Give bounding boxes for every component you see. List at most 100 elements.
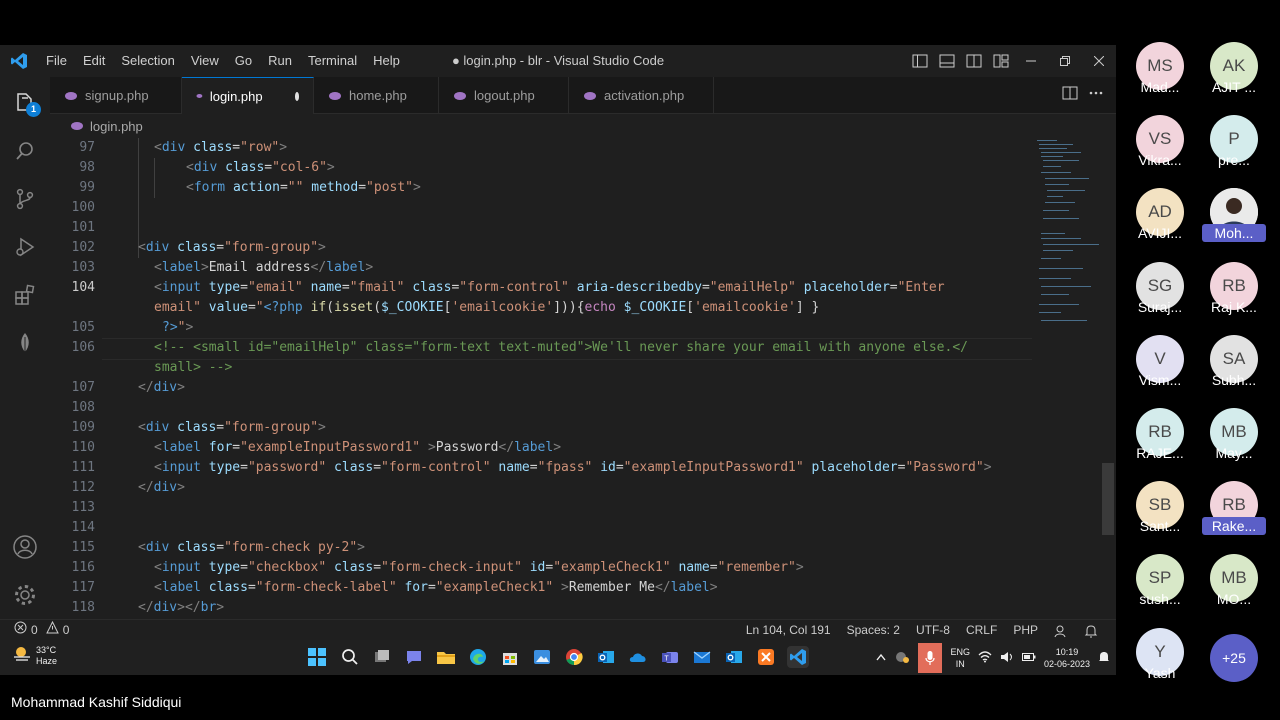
search-icon[interactable] <box>0 127 50 175</box>
notification-center-icon[interactable] <box>1098 651 1110 665</box>
breadcrumb[interactable]: login.php <box>50 114 1116 138</box>
code-line: 106 <!-- <small id="emailHelp" class="for… <box>71 340 968 355</box>
menu-edit[interactable]: Edit <box>75 45 113 77</box>
code-line: 101 <box>71 220 95 235</box>
input-language[interactable]: ENG IN <box>950 646 970 670</box>
notifications-bell-icon[interactable] <box>1076 624 1106 638</box>
source-control-icon[interactable] <box>0 175 50 223</box>
menu-run[interactable]: Run <box>260 45 300 77</box>
error-icon <box>14 620 27 641</box>
microsoft-store-icon[interactable] <box>499 646 521 668</box>
customize-layout-icon[interactable] <box>987 45 1014 77</box>
run-debug-icon[interactable] <box>0 223 50 271</box>
file-encoding[interactable]: UTF-8 <box>908 620 958 640</box>
tray-app-icon[interactable] <box>894 650 910 666</box>
menu-selection[interactable]: Selection <box>113 45 182 77</box>
volume-icon[interactable] <box>1000 651 1014 665</box>
participant-name: May... <box>1215 445 1253 461</box>
toggle-primary-sidebar-icon[interactable] <box>906 45 933 77</box>
more-actions-icon[interactable] <box>1088 86 1104 105</box>
cursor-position[interactable]: Ln 104, Col 191 <box>738 620 839 640</box>
accounts-icon[interactable] <box>0 523 50 571</box>
mail-icon[interactable] <box>691 646 713 668</box>
photos-icon[interactable] <box>531 646 553 668</box>
menu-view[interactable]: View <box>183 45 227 77</box>
participant-initials: RB <box>1222 276 1246 295</box>
close-icon[interactable] <box>1082 45 1116 77</box>
code-line: 115 <div class="form-check py-2"> <box>71 540 365 555</box>
participant-initials: VS <box>1148 129 1172 148</box>
minimap[interactable] <box>1035 138 1105 619</box>
feedback-icon[interactable] <box>1046 624 1076 638</box>
meeting-screen: File Edit Selection View Go Run Terminal… <box>0 0 1280 720</box>
file-explorer-icon[interactable] <box>435 646 457 668</box>
menu-file[interactable]: File <box>38 45 75 77</box>
menu-go[interactable]: Go <box>227 45 260 77</box>
windows-taskbar: 33°C Haze T ENG IN 10:19 02-06-2023 <box>0 640 1116 675</box>
xampp-icon[interactable] <box>755 646 777 668</box>
explorer-badge: 1 <box>26 102 41 117</box>
code-line: small> --> <box>154 360 233 375</box>
chrome-icon[interactable] <box>563 646 585 668</box>
task-view-icon[interactable] <box>371 646 393 668</box>
participant-initials: RB <box>1148 422 1172 441</box>
php-elephant-icon <box>329 91 341 100</box>
presenter-name: Mohammad Kashif Siddiqui <box>11 694 182 710</box>
onedrive-icon[interactable] <box>627 646 649 668</box>
participant-name: Raj K... <box>1211 299 1257 315</box>
tab-login-php[interactable]: login.php <box>182 77 314 114</box>
unsaved-dot-icon[interactable] <box>294 91 299 101</box>
outlook-alt-icon[interactable] <box>723 646 745 668</box>
participant-name: Suraj... <box>1137 299 1183 315</box>
vscode-window: File Edit Selection View Go Run Terminal… <box>0 45 1116 640</box>
menu-help[interactable]: Help <box>365 45 408 77</box>
battery-icon[interactable] <box>1021 652 1036 664</box>
tab-logout-php[interactable]: logout.php <box>439 77 569 114</box>
more-participants-button[interactable]: +25 <box>1210 634 1258 682</box>
participant-name: AVIJI... <box>1137 225 1183 241</box>
problems-indicator[interactable]: 0 0 <box>0 620 77 641</box>
extensions-icon[interactable] <box>0 271 50 319</box>
code-line: 117 <label class="form-check-label" for="… <box>71 580 718 595</box>
mongodb-leaf-icon[interactable] <box>0 319 50 367</box>
participant-name: Rake... <box>1202 517 1266 535</box>
vertical-scrollbar[interactable] <box>1102 463 1114 535</box>
windows-start-icon[interactable] <box>306 646 328 668</box>
indentation[interactable]: Spaces: 2 <box>839 620 908 640</box>
taskbar-search-icon[interactable] <box>339 646 361 668</box>
php-elephant-icon <box>584 91 596 100</box>
participant-initials: Y <box>1154 642 1166 661</box>
teams-icon[interactable]: T <box>659 646 681 668</box>
toggle-secondary-sidebar-icon[interactable] <box>960 45 987 77</box>
vscode-taskbar-icon[interactable] <box>787 646 809 668</box>
tab-home-php[interactable]: home.php <box>314 77 439 114</box>
explorer-icon[interactable]: 1 <box>0 79 50 127</box>
system-clock[interactable]: 10:19 02-06-2023 <box>1044 646 1090 670</box>
code-line: 99 <form action="" method="post"> <box>79 180 421 195</box>
more-count: +25 <box>1222 650 1246 666</box>
microphone-in-use-icon[interactable] <box>918 642 943 673</box>
toggle-panel-icon[interactable] <box>933 45 960 77</box>
clock-date: 02-06-2023 <box>1043 658 1090 669</box>
menu-terminal[interactable]: Terminal <box>300 45 365 77</box>
breadcrumb-file[interactable]: login.php <box>90 119 143 134</box>
code-editor[interactable]: 97 <div class="row"> 98 <div class="col-6"… <box>50 138 1116 619</box>
tab-signup-php[interactable]: signup.php <box>50 77 182 114</box>
tab-activation-php[interactable]: activation.php <box>569 77 714 114</box>
language-mode[interactable]: PHP <box>1005 620 1046 640</box>
participant-initials: MS <box>1147 56 1173 75</box>
restore-icon[interactable] <box>1048 45 1082 77</box>
outlook-icon[interactable] <box>595 646 617 668</box>
minimize-icon[interactable] <box>1014 45 1048 77</box>
edge-browser-icon[interactable] <box>467 646 489 668</box>
weather-widget[interactable]: 33°C Haze <box>12 644 57 667</box>
split-editor-icon[interactable] <box>1062 86 1078 105</box>
code-line: 98 <div class="col-6"> <box>79 160 335 175</box>
editor-tab-bar: signup.php login.php home.php logout.php… <box>50 77 1116 114</box>
line-endings[interactable]: CRLF <box>958 620 1005 640</box>
manage-gear-icon[interactable] <box>0 571 50 619</box>
show-hidden-icons-chevron-icon[interactable] <box>876 653 886 663</box>
wifi-icon[interactable] <box>978 650 992 665</box>
participant-name: sush... <box>1139 591 1181 607</box>
chat-icon[interactable] <box>403 646 425 668</box>
